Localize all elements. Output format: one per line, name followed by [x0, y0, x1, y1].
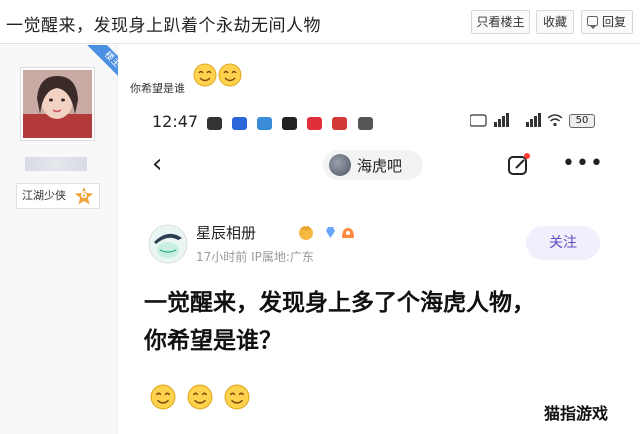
- follow-button[interactable]: 关注: [526, 226, 600, 260]
- back-chevron-icon[interactable]: ‹: [152, 150, 162, 178]
- post-body: 一觉醒来，发现身上多了个海虎人物， 你希望是谁？: [144, 284, 535, 360]
- poster-badges: [298, 224, 366, 242]
- signal-indicators: [469, 112, 564, 130]
- post-body-line: 一觉醒来，发现身上多了个海虎人物，: [144, 290, 535, 316]
- level-badge: 江湖少侠 6: [16, 183, 100, 209]
- edit-icon[interactable]: [506, 152, 532, 178]
- more-icon[interactable]: •••: [562, 153, 604, 175]
- embedded-screenshot: 12:47 50 ‹ 海虎吧 ••• 星辰相册 17小时前 IP属地:广东 关注…: [130, 98, 640, 434]
- smile-emoji-icon: [224, 384, 250, 410]
- battery-indicator: 50: [569, 114, 595, 128]
- thread-header: 一觉醒来，发现身上趴着个永劫无间人物 只看楼主 收藏 回复: [0, 0, 640, 44]
- post-text: 你希望是谁: [130, 82, 185, 95]
- status-time: 12:47: [152, 112, 199, 131]
- poster-name[interactable]: 星辰相册: [196, 222, 256, 243]
- forum-name: 海虎吧: [357, 157, 403, 175]
- watermark: 猫指游戏: [544, 404, 609, 423]
- poster-avatar[interactable]: [148, 224, 188, 264]
- thread-title: 一觉醒来，发现身上趴着个永劫无间人物: [6, 16, 321, 36]
- username-blurred: [25, 157, 87, 171]
- post-meta: 17小时前 IP属地:广东: [196, 250, 314, 264]
- smile-emoji-icon: [218, 63, 242, 87]
- forum-pill[interactable]: 海虎吧: [323, 150, 423, 180]
- level-title: 江湖少侠: [22, 189, 66, 202]
- app-notification-icon: [232, 117, 248, 130]
- app-notification-icon: [207, 117, 222, 130]
- level-number: 6: [74, 186, 94, 206]
- app-notification-icon: [357, 117, 373, 130]
- only-op-button[interactable]: 只看楼主: [471, 10, 530, 34]
- app-notification-icon: [282, 117, 298, 130]
- favorite-button[interactable]: 收藏: [536, 10, 574, 34]
- badge-icons: [299, 226, 354, 240]
- avatar[interactable]: [20, 67, 95, 141]
- signal-icon: [469, 113, 563, 127]
- reply-icon: [587, 16, 598, 29]
- avatar-photo: [23, 70, 92, 138]
- smile-emoji-icon: [187, 384, 213, 410]
- forum-avatar: [329, 154, 351, 176]
- app-notification-icon: [332, 117, 348, 130]
- app-notification-icon: [307, 117, 323, 130]
- post-body-line: 你希望是谁？: [144, 328, 282, 354]
- user-sidebar: 楼主 江湖少侠 6: [0, 45, 118, 434]
- reply-label: 回复: [601, 15, 626, 29]
- smile-emoji-icon: [193, 63, 217, 87]
- emoji-row: [150, 384, 256, 414]
- reply-button[interactable]: 回复: [581, 10, 633, 34]
- smile-emoji-icon: [150, 384, 176, 410]
- status-app-icons: [207, 113, 378, 130]
- app-notification-icon: [257, 117, 273, 130]
